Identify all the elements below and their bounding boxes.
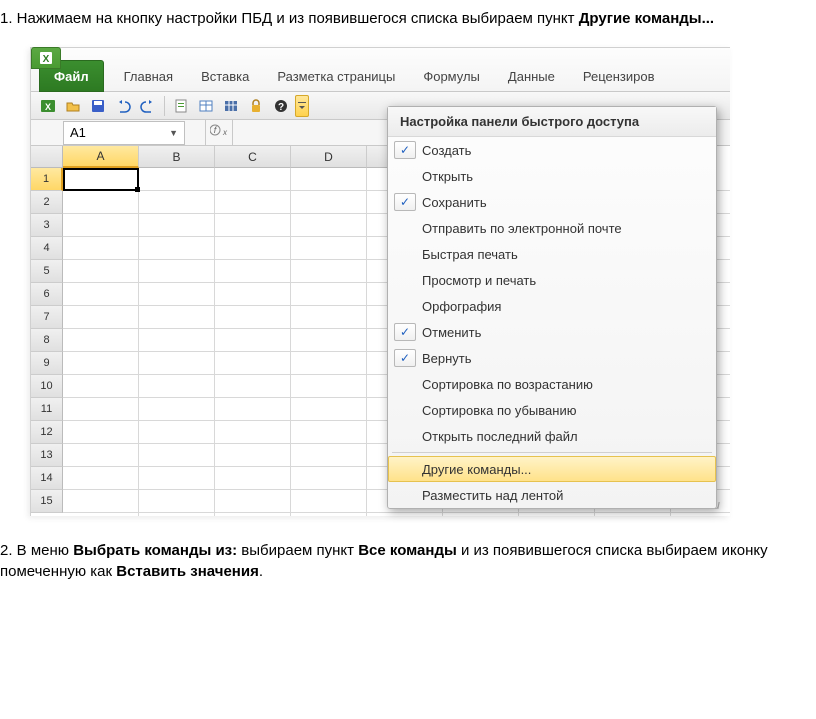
column-header[interactable]: C — [215, 146, 291, 168]
column-header[interactable]: B — [139, 146, 215, 168]
svg-text:X: X — [43, 54, 50, 65]
menu-item-label: Быстрая печать — [422, 247, 518, 262]
menu-item-label: Отменить — [422, 325, 481, 340]
checkmark-icon — [394, 349, 416, 367]
column-header[interactable]: A — [63, 146, 139, 168]
chevron-down-icon — [298, 101, 306, 111]
row-header[interactable]: 10 — [31, 375, 63, 398]
tab-home[interactable]: Главная — [110, 61, 187, 91]
row-header[interactable]: 3 — [31, 214, 63, 237]
customize-qat-menu: Настройка панели быстрого доступа Создат… — [387, 106, 717, 509]
menu-separator — [392, 452, 712, 453]
active-cell[interactable] — [63, 168, 139, 191]
menu-item-label: Сортировка по убыванию — [422, 403, 576, 418]
qat-customize-dropdown[interactable] — [295, 95, 309, 117]
checkbox-empty — [394, 375, 416, 393]
instruction-1: 1. Нажимаем на кнопку настройки ПБД и из… — [0, 8, 804, 29]
svg-text:?: ? — [278, 102, 284, 113]
checkmark-icon — [394, 141, 416, 159]
menu-more-commands[interactable]: Другие команды... — [388, 456, 716, 482]
tab-page-layout[interactable]: Разметка страницы — [263, 61, 409, 91]
menu-item[interactable]: Отправить по электронной почте — [388, 215, 716, 241]
qat-doc-icon[interactable] — [170, 95, 192, 117]
qat-open-icon[interactable] — [62, 95, 84, 117]
menu-item-label: Сортировка по возрастанию — [422, 377, 593, 392]
row-header[interactable]: 5 — [31, 260, 63, 283]
menu-item[interactable]: Открыть — [388, 163, 716, 189]
row-header[interactable]: 12 — [31, 421, 63, 444]
menu-item[interactable]: Сортировка по возрастанию — [388, 371, 716, 397]
checkmark-icon — [394, 193, 416, 211]
menu-item[interactable]: Отменить — [388, 319, 716, 345]
qat-undo-icon[interactable] — [112, 95, 134, 117]
menu-item-label: Отправить по электронной почте — [422, 221, 622, 236]
ribbon-tabs: Файл Главная Вставка Разметка страницы Ф… — [31, 48, 730, 92]
row-header[interactable]: 15 — [31, 490, 63, 513]
checkbox-empty — [394, 401, 416, 419]
checkmark-icon — [394, 323, 416, 341]
row-header[interactable]: 7 — [31, 306, 63, 329]
excel-screenshot: X Файл Главная Вставка Разметка страницы… — [30, 47, 730, 516]
qat-lock-icon[interactable] — [245, 95, 267, 117]
checkbox-empty — [394, 167, 416, 185]
row-header[interactable]: 6 — [31, 283, 63, 306]
row-header[interactable]: 2 — [31, 191, 63, 214]
qat-excel-icon[interactable]: X — [37, 95, 59, 117]
qat-save-icon[interactable] — [87, 95, 109, 117]
tab-review[interactable]: Рецензиров — [569, 61, 669, 91]
checkbox-empty — [394, 271, 416, 289]
instruction-2: 2. В меню Выбрать команды из: выбираем п… — [0, 540, 804, 582]
select-all-corner[interactable] — [31, 146, 63, 168]
svg-text:X: X — [45, 102, 51, 112]
checkbox-empty — [394, 297, 416, 315]
menu-item[interactable]: Открыть последний файл — [388, 423, 716, 449]
tab-data[interactable]: Данные — [494, 61, 569, 91]
menu-item-label: Открыть последний файл — [422, 429, 578, 444]
checkbox-empty — [394, 219, 416, 237]
svg-text:f: f — [214, 125, 218, 135]
menu-title: Настройка панели быстрого доступа — [388, 107, 716, 137]
row-header[interactable]: 9 — [31, 352, 63, 375]
menu-item[interactable]: Орфография — [388, 293, 716, 319]
checkbox-empty — [394, 427, 416, 445]
qat-grid-icon[interactable] — [220, 95, 242, 117]
tab-insert[interactable]: Вставка — [187, 61, 263, 91]
svg-text:x: x — [222, 128, 228, 137]
name-box[interactable]: A1 ▼ — [63, 121, 185, 145]
menu-item[interactable]: Сохранить — [388, 189, 716, 215]
menu-item-label: Создать — [422, 143, 471, 158]
checkbox-empty — [394, 245, 416, 263]
row-header[interactable]: 1 — [31, 168, 63, 191]
menu-item-label: Орфография — [422, 299, 501, 314]
row-header[interactable]: 8 — [31, 329, 63, 352]
row-header[interactable]: 11 — [31, 398, 63, 421]
chevron-down-icon: ▼ — [169, 128, 178, 138]
row-header[interactable]: 14 — [31, 467, 63, 490]
qat-separator — [164, 96, 165, 116]
fx-icon[interactable]: fx — [210, 122, 228, 143]
menu-item-label: Вернуть — [422, 351, 472, 366]
qat-table-icon[interactable] — [195, 95, 217, 117]
menu-item[interactable]: Быстрая печать — [388, 241, 716, 267]
menu-item[interactable]: Сортировка по убыванию — [388, 397, 716, 423]
app-icon: X — [31, 47, 61, 69]
tab-formulas[interactable]: Формулы — [409, 61, 494, 91]
row-header[interactable]: 4 — [31, 237, 63, 260]
column-header[interactable]: D — [291, 146, 367, 168]
menu-placement[interactable]: Разместить над лентой — [388, 482, 716, 508]
menu-item-label: Просмотр и печать — [422, 273, 536, 288]
qat-redo-icon[interactable] — [137, 95, 159, 117]
menu-item-label: Открыть — [422, 169, 473, 184]
menu-item-label: Сохранить — [422, 195, 487, 210]
menu-item[interactable]: Вернуть — [388, 345, 716, 371]
row-header[interactable]: 13 — [31, 444, 63, 467]
menu-item[interactable]: Просмотр и печать — [388, 267, 716, 293]
menu-item[interactable]: Создать — [388, 137, 716, 163]
qat-help-icon[interactable]: ? — [270, 95, 292, 117]
